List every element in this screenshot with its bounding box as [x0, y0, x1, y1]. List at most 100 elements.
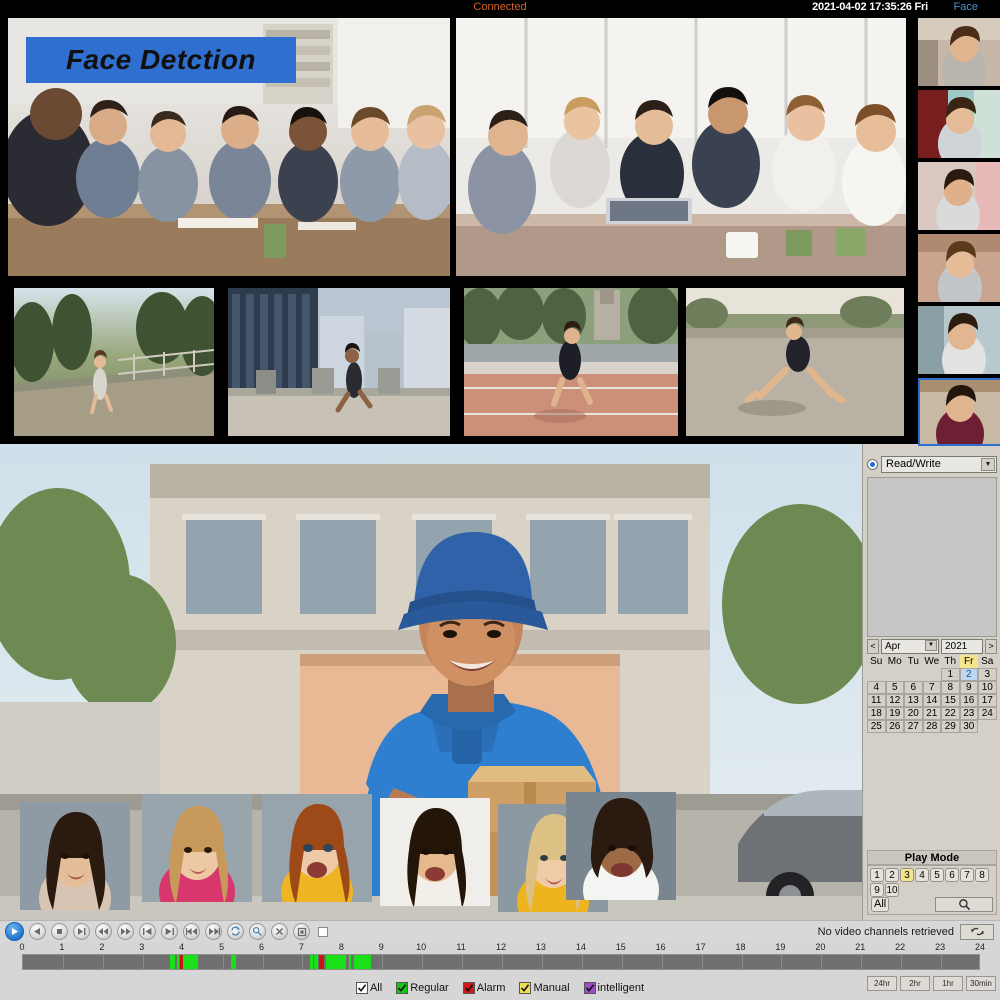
calendar-day-13[interactable]: 13 — [904, 694, 923, 707]
calendar-day-3[interactable]: 3 — [978, 668, 997, 681]
calendar-day-30[interactable]: 30 — [959, 720, 978, 733]
timeline-segment-alarm-2[interactable] — [180, 955, 183, 969]
play-button[interactable] — [5, 922, 24, 941]
timeline-segment-alarm-7[interactable] — [319, 955, 325, 969]
timeline-segment-regular-6[interactable] — [314, 955, 318, 969]
calendar-day-10[interactable]: 10 — [978, 681, 997, 694]
channel-button-8[interactable]: 8 — [975, 868, 989, 882]
timeline-segment-regular-8[interactable] — [326, 955, 347, 969]
playback-face-4[interactable] — [380, 798, 490, 906]
video-cell-channel-4[interactable] — [228, 288, 450, 436]
channel-button-3[interactable]: 3 — [900, 868, 914, 882]
calendar-day-22[interactable]: 22 — [941, 707, 960, 720]
legend-all-checkbox[interactable] — [355, 982, 368, 994]
timeline-segment-regular-0[interactable] — [169, 955, 176, 969]
channel-button-2[interactable]: 2 — [885, 868, 899, 882]
legend-regular[interactable]: Regular — [396, 982, 449, 994]
calendar-day-8[interactable]: 8 — [941, 681, 960, 694]
calendar-day-2[interactable]: 2 — [959, 668, 978, 681]
clear-button[interactable] — [271, 923, 288, 940]
reverse-play-button[interactable] — [29, 923, 46, 940]
timeline-segment-regular-10[interactable] — [353, 955, 372, 969]
calendar-day-12[interactable]: 12 — [885, 694, 904, 707]
chevron-down-icon[interactable]: ▼ — [925, 639, 937, 651]
video-cell-channel-1[interactable]: Face Detction — [8, 18, 450, 276]
calendar-day-26[interactable]: 26 — [885, 720, 904, 733]
legend-alarm[interactable]: Alarm — [462, 982, 505, 994]
face-snapshot-3[interactable] — [918, 162, 1000, 230]
video-cell-channel-5[interactable] — [464, 288, 678, 436]
refresh-button[interactable] — [960, 923, 994, 940]
calendar-day-27[interactable]: 27 — [904, 720, 923, 733]
legend-manual[interactable]: Manual — [519, 982, 570, 994]
channel-button-9[interactable]: 9 — [870, 883, 884, 897]
calendar-month-select[interactable]: Apr ▼ — [881, 638, 939, 654]
calendar-day-15[interactable]: 15 — [941, 694, 960, 707]
video-cell-channel-2[interactable] — [456, 18, 906, 276]
legend-manual-checkbox[interactable] — [519, 982, 532, 994]
calendar-day-17[interactable]: 17 — [978, 694, 997, 707]
fast-forward-button[interactable] — [117, 923, 134, 940]
calendar-day-1[interactable]: 1 — [941, 668, 960, 681]
recording-file-list[interactable] — [867, 477, 997, 637]
timeline-segment-regular-4[interactable] — [230, 955, 237, 969]
channel-all-label[interactable]: All — [871, 897, 890, 912]
channel-button-1[interactable]: 1 — [870, 868, 884, 882]
playback-face-1[interactable] — [20, 802, 130, 910]
calendar-next-button[interactable]: > — [985, 638, 997, 654]
timeline[interactable]: 0 1 2 3 4 5 6 7 8 9 10 11 12 13 14 15 16 17 18 19 20 21 22 23 24 — [0, 942, 1000, 974]
legend-all[interactable]: All — [355, 982, 382, 994]
timeline-segment-regular-5[interactable] — [309, 955, 313, 969]
playback-face-3[interactable] — [262, 794, 372, 902]
storage-mode-radio[interactable] — [867, 458, 878, 470]
calendar-day-25[interactable]: 25 — [867, 720, 886, 733]
legend-alarm-checkbox[interactable] — [462, 982, 475, 994]
calendar-day-6[interactable]: 6 — [904, 681, 923, 694]
zoom-1hr[interactable]: 1hr — [933, 976, 963, 991]
calendar-day-24[interactable]: 24 — [978, 707, 997, 720]
calendar-prev-button[interactable]: < — [867, 638, 879, 654]
legend-intelligent-checkbox[interactable] — [583, 982, 596, 994]
calendar-day-14[interactable]: 14 — [922, 694, 941, 707]
slow-play-button[interactable] — [73, 923, 90, 940]
face-snapshot-5[interactable] — [918, 306, 1000, 374]
calendar-day-7[interactable]: 7 — [922, 681, 941, 694]
chevron-down-icon[interactable]: ▼ — [981, 457, 995, 471]
search-button[interactable] — [935, 897, 993, 912]
legend-intelligent[interactable]: intelligent — [583, 982, 644, 994]
playback-face-6[interactable] — [566, 792, 676, 900]
zoom-24hr[interactable]: 24hr — [867, 976, 897, 991]
stop-button[interactable] — [51, 923, 68, 940]
tab-face[interactable]: Face — [954, 0, 978, 14]
video-cell-channel-6[interactable] — [686, 288, 904, 436]
rewind-button[interactable] — [95, 923, 112, 940]
channel-button-4[interactable]: 4 — [915, 868, 929, 882]
sync-button[interactable] — [249, 923, 266, 940]
previous-file-button[interactable] — [183, 923, 200, 940]
next-file-button[interactable] — [205, 923, 222, 940]
next-frame-button[interactable] — [161, 923, 178, 940]
face-snapshot-2[interactable] — [918, 90, 1000, 158]
video-cell-channel-3[interactable] — [14, 288, 214, 436]
calendar-day-20[interactable]: 20 — [904, 707, 923, 720]
calendar-day-23[interactable]: 23 — [959, 707, 978, 720]
full-stop-checkbox[interactable] — [318, 926, 328, 937]
channel-button-7[interactable]: 7 — [960, 868, 974, 882]
calendar-day-grid[interactable]: 1 2 3 4 5 6 7 8 9 10 11 12 13 14 15 16 17 18 19 20 21 22 23 24 2… — [867, 668, 997, 733]
calendar-year-field[interactable]: 2021 — [941, 638, 983, 654]
calendar-day-5[interactable]: 5 — [885, 681, 904, 694]
face-snapshot-6[interactable] — [918, 378, 1000, 446]
channel-selector[interactable]: 1 2 3 4 5 6 7 8 9 10 — [868, 866, 996, 898]
channel-button-5[interactable]: 5 — [930, 868, 944, 882]
calendar-day-21[interactable]: 21 — [922, 707, 941, 720]
timeline-segment-regular-1[interactable] — [177, 955, 180, 969]
face-snapshot-1[interactable] — [918, 18, 1000, 86]
calendar-day-18[interactable]: 18 — [867, 707, 886, 720]
snapshot-button[interactable] — [293, 923, 310, 940]
timeline-segment-regular-9[interactable] — [348, 955, 352, 969]
previous-frame-button[interactable] — [139, 923, 156, 940]
calendar-day-28[interactable]: 28 — [922, 720, 941, 733]
calendar-day-16[interactable]: 16 — [959, 694, 978, 707]
calendar-day-29[interactable]: 29 — [941, 720, 960, 733]
playback-video-view[interactable] — [0, 444, 862, 920]
